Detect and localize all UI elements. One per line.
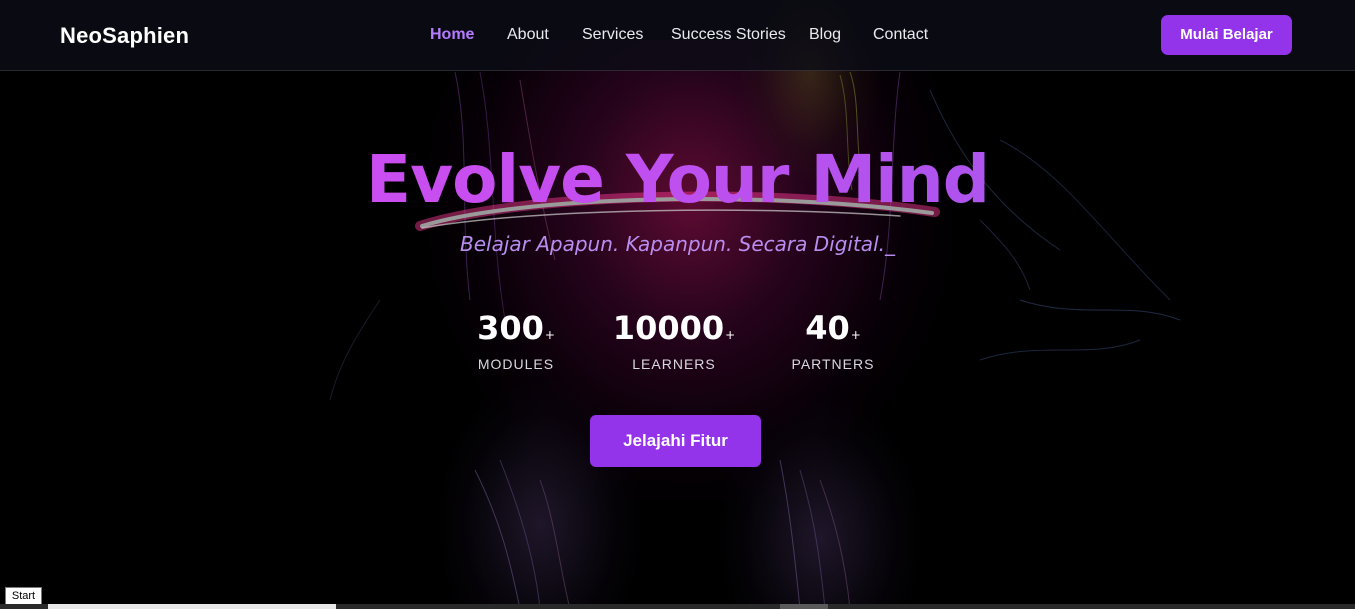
hero-background-art: [0, 0, 1355, 609]
main-nav: Home About Services Success Stories Blog…: [0, 24, 1355, 48]
nav-link-services[interactable]: Services: [582, 24, 643, 46]
stat-modules-label: MODULES: [477, 356, 555, 372]
stat-partners-suffix: +: [850, 328, 861, 342]
stat-value-wrapper: 300+: [436, 308, 596, 355]
stat-value-wrapper: 10000+: [594, 308, 754, 355]
page: NeoSaphien Home About Services Success S…: [0, 0, 1355, 609]
stat-learners-suffix: +: [725, 328, 736, 342]
nav-link-success-stories[interactable]: Success Stories: [671, 24, 786, 46]
hero-subtitle: Belajar Apapun. Kapanpun. Secara Digital…: [460, 232, 895, 256]
mulai-belajar-button[interactable]: Mulai Belajar: [1161, 15, 1292, 55]
nav-link-contact[interactable]: Contact: [873, 24, 928, 46]
nav-link-blog[interactable]: Blog: [809, 24, 841, 46]
stat-partners-value: 40: [805, 309, 850, 347]
nav-link-home[interactable]: Home: [430, 24, 474, 46]
background-lines: [329, 71, 1181, 609]
stat-learners-label: LEARNERS: [632, 356, 716, 372]
stat-partners-label: PARTNERS: [791, 356, 875, 372]
stat-modules: 300+ MODULES: [436, 308, 596, 373]
scrollbar-segment: [780, 604, 828, 609]
stat-value-wrapper: 40+: [753, 308, 913, 355]
start-button[interactable]: Start: [5, 587, 42, 605]
jelajahi-fitur-button[interactable]: Jelajahi Fitur: [590, 415, 761, 467]
stat-learners-value: 10000: [612, 309, 725, 347]
hero-title: Evolve Your Mind: [0, 138, 1355, 222]
stat-partners: 40+ PARTNERS: [753, 308, 913, 373]
site-header: NeoSaphien Home About Services Success S…: [0, 0, 1355, 71]
stats-row: 300+ MODULES 10000+ LEARNERS 40+ PARTNER…: [0, 308, 1355, 378]
stat-modules-value: 300: [477, 309, 544, 347]
nav-link-about[interactable]: About: [507, 24, 549, 46]
scrollbar-thumb[interactable]: [48, 604, 336, 609]
stat-learners: 10000+ LEARNERS: [594, 308, 754, 373]
horizontal-scrollbar[interactable]: [0, 604, 1355, 609]
stat-modules-suffix: +: [544, 328, 555, 342]
